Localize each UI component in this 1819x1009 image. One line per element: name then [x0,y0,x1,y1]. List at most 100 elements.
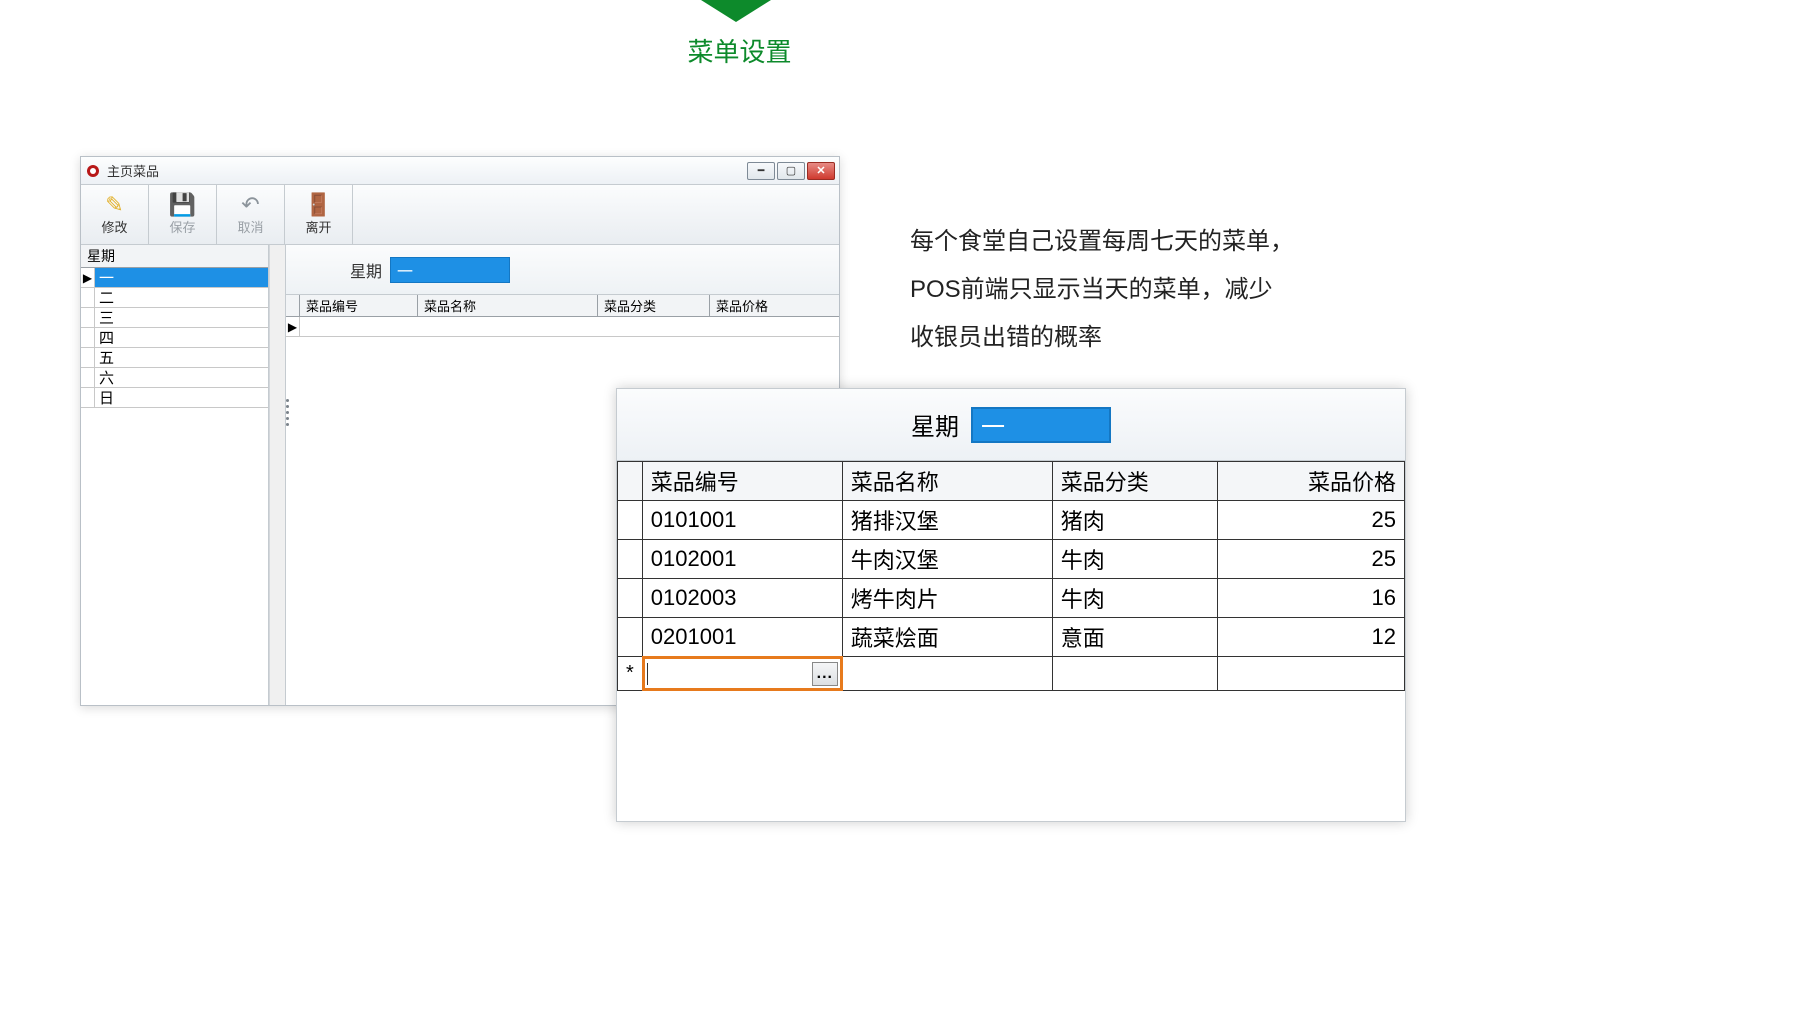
new-id-cell[interactable]: ... [642,657,842,691]
table-row[interactable]: 0201001 蔬菜烩面 意面 12 [618,618,1405,657]
toolbar: ✎ 修改 💾 保存 ↶ 取消 🚪 离开 [81,185,839,245]
save-button[interactable]: 💾 保存 [149,185,217,244]
col-price[interactable]: 菜品价格 [1217,462,1404,501]
new-category-cell[interactable] [1052,657,1217,691]
col-id[interactable]: 菜品编号 [300,295,418,316]
weekday-row[interactable]: 五 [81,348,268,368]
input-cursor [647,663,648,685]
weekday-row[interactable]: ▶ 一 [81,268,268,288]
table-corner [286,295,300,316]
cell-category[interactable]: 猪肉 [1052,501,1217,540]
row-indicator-icon [81,328,95,347]
undo-icon: ↶ [241,194,259,216]
titlebar[interactable]: 主页菜品 ━ ▢ ✕ [81,157,839,185]
cell-id[interactable]: 0102003 [642,579,842,618]
table-empty-area [617,691,1405,821]
table-row[interactable]: 0102001 牛肉汉堡 牛肉 25 [618,540,1405,579]
page-title: 菜单设置 [0,32,1479,69]
cell-id[interactable]: 0201001 [642,618,842,657]
cell-price[interactable]: 25 [1217,540,1404,579]
scrollbar[interactable] [269,245,285,705]
new-row-marker: * [618,657,643,691]
lookup-button[interactable]: ... [812,662,838,686]
weekday-row[interactable]: 四 [81,328,268,348]
table-row[interactable]: ▶ [286,317,839,337]
weekday-form-bar: 星期 一 [286,245,839,295]
cell-id[interactable]: 0102001 [642,540,842,579]
row-indicator [618,501,643,540]
pencil-icon: ✎ [105,194,123,216]
weekday-header: 星期 [81,245,268,268]
weekday-row[interactable]: 日 [81,388,268,408]
weekday-row[interactable]: 六 [81,368,268,388]
col-id[interactable]: 菜品编号 [642,462,842,501]
weekday-row[interactable]: 二 [81,288,268,308]
cell-price[interactable]: 25 [1217,501,1404,540]
edit-button[interactable]: ✎ 修改 [81,185,149,244]
row-indicator-icon [81,308,95,327]
col-category[interactable]: 菜品分类 [598,295,710,316]
row-indicator [618,618,643,657]
minimize-button[interactable]: ━ [747,162,775,180]
cell-price[interactable]: 16 [1217,579,1404,618]
weekday-field-label: 星期 [911,407,959,442]
cell-price[interactable]: 12 [1217,618,1404,657]
weekday-label: 一 [95,268,268,287]
edit-label: 修改 [101,217,127,236]
close-button[interactable]: ✕ [807,162,835,180]
description-text: 每个食堂自己设置每周七天的菜单， POS前端只显示当天的菜单，减少 收银员出错的… [910,218,1294,362]
col-name[interactable]: 菜品名称 [842,462,1052,501]
row-indicator-icon: ▶ [286,317,300,336]
table-corner [618,462,643,501]
new-row[interactable]: * ... [618,657,1405,691]
row-indicator [618,579,643,618]
cell-category[interactable]: 牛肉 [1052,579,1217,618]
weekday-field-value[interactable]: 一 [971,407,1111,443]
weekday-label: 三 [95,308,268,327]
arrow-down-icon [701,0,771,22]
table-row[interactable]: 0101001 猪排汉堡 猪肉 25 [618,501,1405,540]
splitter-handle[interactable] [286,397,291,427]
save-label: 保存 [169,217,195,236]
new-price-cell[interactable] [1217,657,1404,691]
maximize-button[interactable]: ▢ [777,162,805,180]
cancel-button[interactable]: ↶ 取消 [217,185,285,244]
detail-form-bar: 星期 一 [617,389,1405,461]
cell-name[interactable]: 蔬菜烩面 [842,618,1052,657]
weekday-label: 四 [95,328,268,347]
floppy-icon: 💾 [169,194,196,216]
cell-name[interactable]: 猪排汉堡 [842,501,1052,540]
row-indicator [618,540,643,579]
cell-id[interactable]: 0101001 [642,501,842,540]
weekday-field-value[interactable]: 一 [390,257,510,283]
cell-name[interactable]: 牛肉汉堡 [842,540,1052,579]
description-line: 每个食堂自己设置每周七天的菜单， [910,218,1294,266]
detail-panel: 星期 一 菜品编号 菜品名称 菜品分类 菜品价格 0101001 猪排汉堡 猪肉… [616,388,1406,822]
exit-label: 离开 [305,217,331,236]
col-name[interactable]: 菜品名称 [418,295,598,316]
weekday-row[interactable]: 三 [81,308,268,328]
table-row[interactable]: 0102003 烤牛肉片 牛肉 16 [618,579,1405,618]
cell-category[interactable]: 牛肉 [1052,540,1217,579]
col-price[interactable]: 菜品价格 [710,295,839,316]
row-indicator-icon [81,348,95,367]
cancel-label: 取消 [237,217,263,236]
row-indicator-icon [81,388,95,407]
weekday-list: 星期 ▶ 一 二 三 四 五 [81,245,269,705]
col-category[interactable]: 菜品分类 [1052,462,1217,501]
weekday-label: 五 [95,348,268,367]
row-indicator-icon: ▶ [81,268,95,287]
cell-name[interactable]: 烤牛肉片 [842,579,1052,618]
menu-table: 菜品编号 菜品名称 菜品分类 菜品价格 0101001 猪排汉堡 猪肉 25 0… [617,461,1405,691]
door-exit-icon: 🚪 [305,194,332,216]
cell-category[interactable]: 意面 [1052,618,1217,657]
app-icon [85,163,101,179]
row-indicator-icon [81,288,95,307]
menu-table-header: 菜品编号 菜品名称 菜品分类 菜品价格 [286,295,839,317]
description-line: POS前端只显示当天的菜单，减少 [910,266,1294,314]
exit-button[interactable]: 🚪 离开 [285,185,353,244]
description-line: 收银员出错的概率 [910,314,1294,362]
new-name-cell[interactable] [842,657,1052,691]
weekday-list-pane: 星期 ▶ 一 二 三 四 五 [81,245,286,705]
weekday-label: 二 [95,288,268,307]
